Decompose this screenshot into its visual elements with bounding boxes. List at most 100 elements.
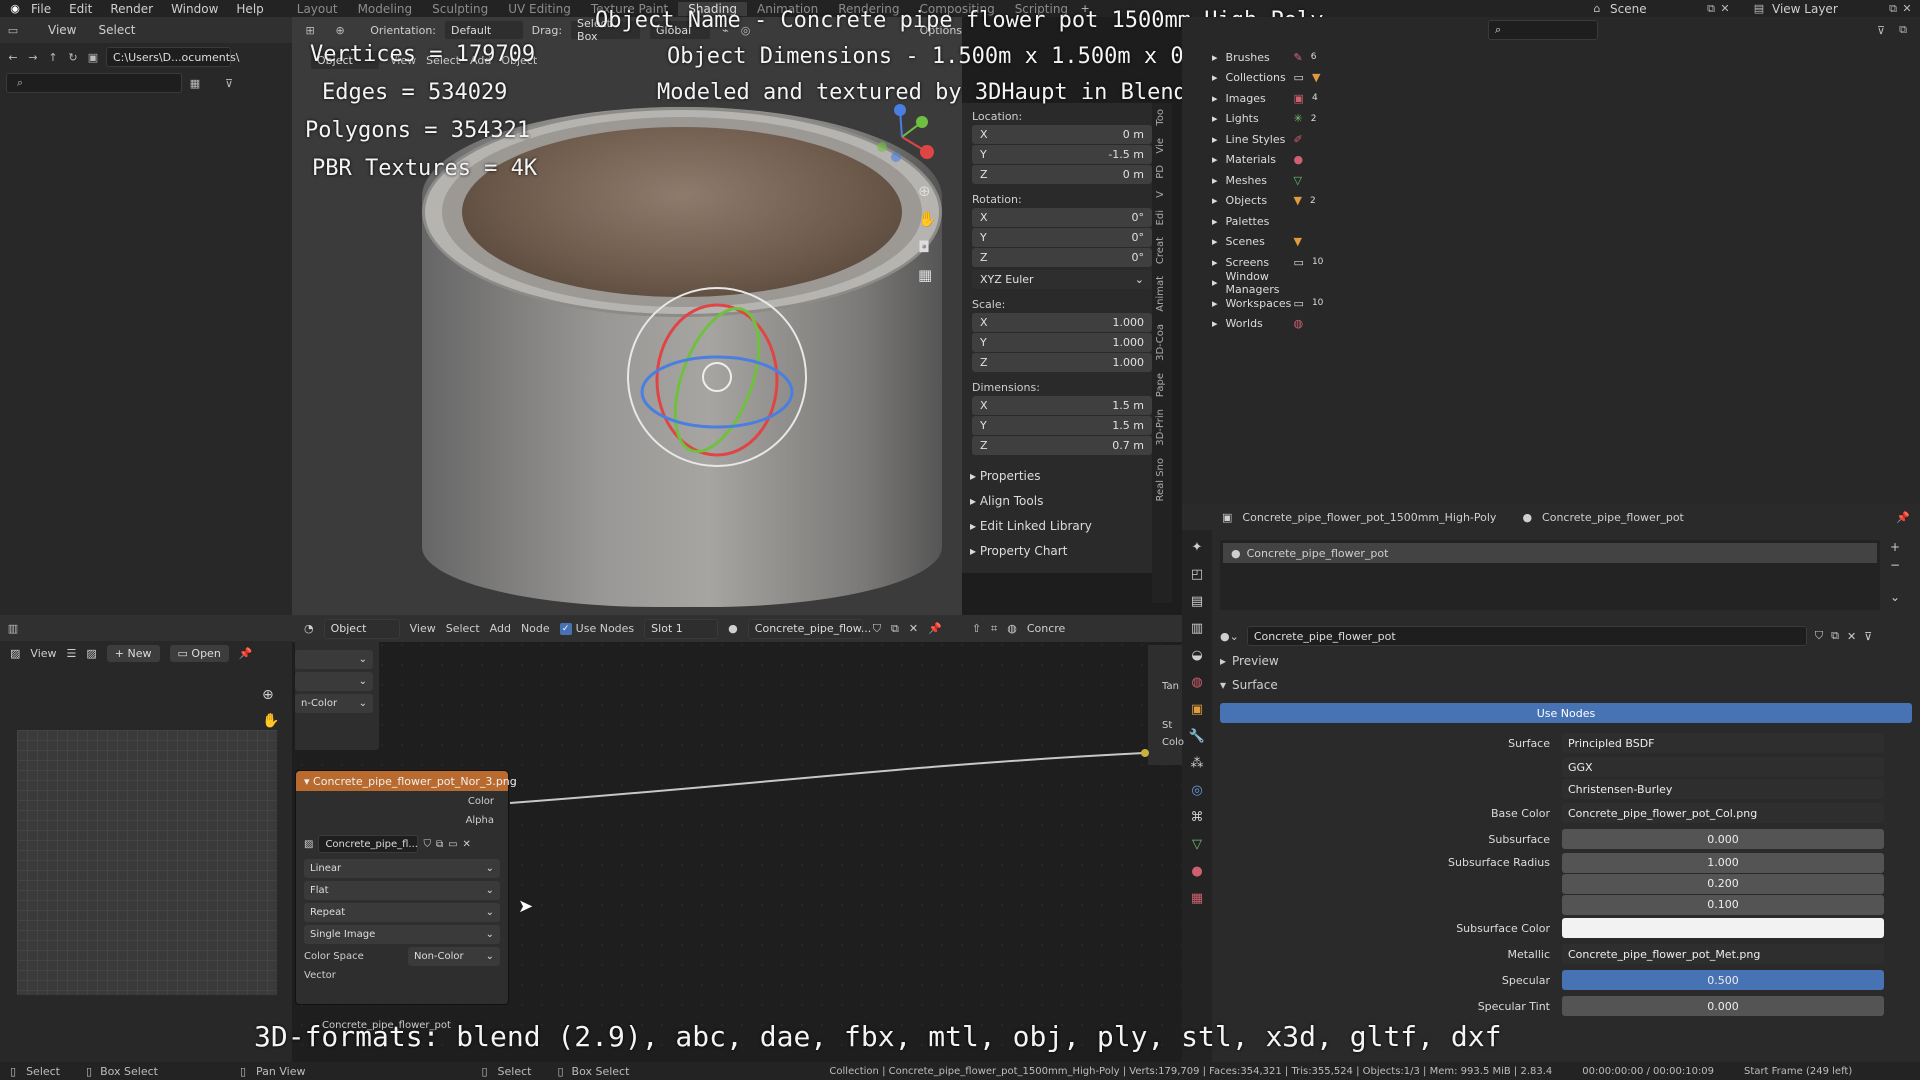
source-select[interactable]: Single Image ⌄ (304, 925, 500, 944)
metallic-link[interactable]: Concrete_pipe_flower_pot_Met.png (1562, 944, 1884, 964)
add-slot-icon[interactable]: + (1890, 540, 1900, 554)
subsurface-radius-y[interactable]: 0.200 (1562, 873, 1884, 894)
path-field[interactable]: C:\Users\D...ocuments\ (106, 47, 240, 67)
tab-create[interactable]: Creat (1152, 231, 1169, 270)
duplicate-icon[interactable]: ⧉ (891, 622, 899, 636)
pin-icon[interactable]: 📌 (1896, 511, 1910, 524)
pin-icon[interactable]: 📌 (239, 647, 253, 660)
partial-select[interactable]: ⌄ (295, 650, 373, 669)
prop-surface-value[interactable]: Principled BSDF (1562, 733, 1884, 753)
dimensions-x-field[interactable]: X 1.5 m (972, 396, 1152, 415)
rotation-z-field[interactable]: Z 0° (972, 248, 1152, 267)
scene-name[interactable]: Scene (1604, 2, 1704, 16)
node-title[interactable]: ▾ Concrete_pipe_flower_pot_Nor_3.png (296, 771, 517, 791)
scale-x-field[interactable]: X 1.000 (972, 313, 1152, 332)
new-scene-icon[interactable]: ⧉ (1704, 2, 1718, 16)
outliner-search-input[interactable]: ⌕ (1488, 20, 1598, 40)
back-arrow-icon[interactable]: ← (6, 50, 20, 64)
rotation-mode-select[interactable]: XYZ Euler ⌄ (972, 270, 1152, 289)
parent-node-icon[interactable]: ⇧ (972, 622, 981, 635)
image-menu-view[interactable]: View (30, 647, 56, 660)
outliner-item-brushes[interactable]: ▸ Brushes ✎ 6 (1182, 47, 1920, 68)
fake-user-icon[interactable]: ⛉ (423, 839, 431, 850)
delete-view-layer-icon[interactable]: ✕ (1900, 2, 1914, 16)
subsurface-method-select[interactable]: Christensen-Burley (1562, 779, 1884, 799)
view-layer-icon[interactable]: ▥ (1191, 621, 1203, 636)
tab-pd[interactable]: PD (1152, 159, 1169, 185)
outliner-item-meshes[interactable]: ▸ Meshes ▽ (1182, 170, 1920, 191)
material-slot-item[interactable]: ● Concrete_pipe_flower_pot (1223, 543, 1877, 563)
data-icon[interactable]: ▽ (1192, 837, 1202, 852)
outliner-item-lights[interactable]: ▸ Lights ✳ 2 (1182, 109, 1920, 130)
outliner-item-worlds[interactable]: ▸ Worlds ◍ (1182, 314, 1920, 335)
node-menu-select[interactable]: Select (446, 622, 480, 635)
transform-pivot-icon[interactable]: ⊕ (334, 23, 346, 37)
new-view-layer-icon[interactable]: ⧉ (1886, 2, 1900, 16)
colorspace-select[interactable]: Non-Color ⌄ (408, 947, 500, 966)
menu-window[interactable]: Window (162, 2, 227, 16)
hand-pan-icon[interactable]: ✋ (918, 210, 937, 228)
dimensions-y-field[interactable]: Y 1.5 m (972, 416, 1152, 435)
navigation-gizmo[interactable] (872, 102, 942, 182)
expand-arrow-icon[interactable]: ▸ (1212, 92, 1218, 105)
snap-icon[interactable]: ⌗ (991, 622, 997, 636)
node-image-field[interactable]: Concrete_pipe_fl... (318, 835, 419, 853)
node-link-icon[interactable]: ⊽ (1864, 630, 1872, 643)
fake-user-icon[interactable]: ⛉ (1815, 629, 1823, 643)
new-collection-icon[interactable]: ⧉ (1896, 23, 1910, 37)
image-browse-icon[interactable]: ▨ (304, 839, 313, 850)
section-property-chart[interactable]: ▸ Property Chart (962, 538, 1152, 563)
grid-ortho-icon[interactable]: ▦ (918, 266, 937, 284)
tab-paper[interactable]: Pape (1152, 367, 1169, 403)
outliner-item-scenes[interactable]: ▸ Scenes ▼ (1182, 232, 1920, 253)
section-align-tools[interactable]: ▸ Align Tools (962, 488, 1152, 513)
scale-y-field[interactable]: Y 1.000 (972, 333, 1152, 352)
slot-select[interactable]: Slot 1 (644, 618, 719, 639)
view-layer-icon[interactable]: ▤ (1752, 2, 1766, 16)
nav-x-axis[interactable] (920, 145, 934, 159)
scene-icon[interactable]: ⌂ (1590, 2, 1604, 16)
scene-icon[interactable]: ◒ (1191, 648, 1202, 663)
outliner-item-objects[interactable]: ▸ Objects ▼ 2 (1182, 191, 1920, 212)
file-search-input[interactable]: ⌕ (6, 73, 182, 93)
new-image-button[interactable]: + New (106, 645, 160, 662)
camera-icon[interactable]: ◘ (918, 238, 937, 256)
tab-3d-coat[interactable]: 3D-Coa (1152, 318, 1169, 367)
rotation-y-field[interactable]: Y 0° (972, 228, 1152, 247)
open-image-button[interactable]: ▭ Open (169, 645, 229, 662)
base-color-link[interactable]: Concrete_pipe_flower_pot_Col.png (1562, 803, 1884, 823)
image-texture-node[interactable]: ▾ Concrete_pipe_flower_pot_Nor_3.png Col… (295, 770, 517, 1005)
partial-node-left[interactable]: ⌄ ⌄ n-Color ⌄ (295, 640, 379, 750)
material-slot-list[interactable]: ● Concrete_pipe_flower_pot (1220, 540, 1880, 610)
expand-arrow-icon[interactable]: ▸ (1212, 133, 1218, 146)
view-layer-name[interactable]: View Layer (1766, 2, 1886, 16)
expand-arrow-icon[interactable]: ▸ (1212, 297, 1218, 310)
physics-icon[interactable]: ◎ (1191, 783, 1202, 798)
expand-arrow-icon[interactable]: ▸ (1212, 194, 1218, 207)
open-file-icon[interactable]: ▭ (448, 839, 457, 850)
hand-pan-icon[interactable]: ✋ (262, 713, 279, 729)
duplicate-icon[interactable]: ⧉ (436, 839, 443, 850)
outliner-item-collections[interactable]: ▸ Collections ▭ ▼ (1182, 68, 1920, 89)
expand-arrow-icon[interactable]: ▸ (1212, 317, 1218, 330)
tab-view[interactable]: Vie (1152, 132, 1169, 160)
socket-dot[interactable] (1141, 749, 1149, 757)
expand-arrow-icon[interactable]: ▸ (1212, 215, 1218, 228)
unlink-icon[interactable]: ✕ (1847, 630, 1856, 643)
zoom-icon[interactable]: ⊕ (918, 182, 937, 200)
material-icon[interactable]: ● (728, 622, 738, 635)
filter-icon[interactable]: ⊽ (222, 76, 236, 90)
editor-type-icon[interactable]: ◔ (304, 622, 314, 635)
tool-icon[interactable]: ✦ (1192, 540, 1203, 555)
delete-scene-icon[interactable]: ✕ (1718, 2, 1732, 16)
extension-select[interactable]: Repeat ⌄ (304, 903, 500, 922)
expand-arrow-icon[interactable]: ▸ (1212, 71, 1218, 84)
tab-animation[interactable]: Animat (1152, 270, 1169, 318)
filter-icon[interactable]: ⊽ (1874, 23, 1888, 37)
tab-v[interactable]: V (1152, 185, 1169, 204)
hamburger-icon[interactable]: ☰ (67, 647, 77, 660)
node-mode-select[interactable]: Object (323, 618, 400, 639)
use-nodes-button[interactable]: Use Nodes (1220, 703, 1912, 723)
node-link-wire[interactable] (505, 745, 1155, 810)
world-icon[interactable]: ◍ (1191, 675, 1202, 690)
